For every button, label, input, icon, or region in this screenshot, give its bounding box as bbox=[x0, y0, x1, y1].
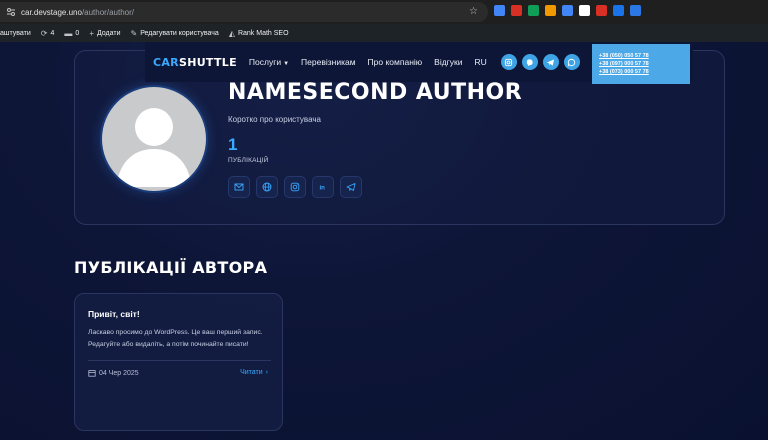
browser-extension-icon[interactable] bbox=[528, 5, 539, 16]
admin-bar-item[interactable]: ▬ 0 bbox=[64, 29, 79, 38]
default-avatar-icon bbox=[116, 108, 192, 187]
arrow-right-icon: › bbox=[265, 369, 268, 376]
admin-bar-item-label: Rank Math SEO bbox=[237, 29, 289, 37]
admin-bar-item-label: аштувати bbox=[0, 29, 31, 37]
viber-icon bbox=[527, 58, 533, 66]
instagram-icon bbox=[290, 182, 300, 192]
header-phones: +38 (050) 050 57 78 +38 (097) 000 57 78 … bbox=[592, 44, 690, 84]
linkedin-button[interactable]: in bbox=[312, 176, 334, 198]
header-instagram-button[interactable] bbox=[500, 54, 517, 70]
wp-admin-bar: аштувати ⟳ 4 ▬ 0 + Додати ✎ Редагувати користува… bbox=[0, 24, 768, 42]
site-header: CARSHUTTLE Послуги ▼ Перевізникам Про ком… bbox=[145, 42, 693, 84]
author-contacts: in bbox=[228, 176, 362, 198]
post-date: 04 Чер 2025 bbox=[88, 369, 139, 377]
header-socials bbox=[500, 54, 580, 70]
browser-extension-icon[interactable] bbox=[630, 5, 641, 16]
site-logo[interactable]: CARSHUTTLE bbox=[153, 56, 237, 69]
admin-bar-item[interactable]: ⟳ 4 bbox=[41, 29, 55, 38]
admin-bar-item-label: Редагувати користувача bbox=[140, 29, 219, 37]
address-bar[interactable]: car.devstage.uno/author/author/ ☆ bbox=[0, 2, 488, 22]
updates-icon: ⟳ bbox=[40, 28, 48, 38]
admin-bar-item[interactable]: аштувати bbox=[0, 30, 31, 37]
browser-extension-icon[interactable] bbox=[596, 5, 607, 16]
telegram-button[interactable] bbox=[340, 176, 362, 198]
author-name: NAMESECOND AUTHOR bbox=[228, 80, 523, 105]
website-button[interactable] bbox=[256, 176, 278, 198]
header-telegram-button[interactable] bbox=[542, 54, 559, 70]
author-avatar bbox=[102, 87, 206, 191]
plus-icon: + bbox=[89, 28, 94, 38]
read-more-label: Читати bbox=[240, 369, 263, 376]
browser-toolbar: car.devstage.uno/author/author/ ☆ bbox=[0, 0, 768, 24]
publications-label: ПУБЛІКАЦІЙ bbox=[228, 157, 269, 164]
telegram-icon bbox=[547, 58, 555, 66]
phone-link-1[interactable]: +38 (050) 050 57 78 bbox=[599, 53, 683, 59]
menu-item-about[interactable]: Про компанію bbox=[368, 57, 423, 67]
globe-icon bbox=[262, 182, 272, 192]
admin-bar-item-label: 0 bbox=[75, 29, 80, 37]
logo-shuttle-text: SHUTTLE bbox=[178, 55, 237, 69]
post-card[interactable]: Привіт, світ! Ласкаво просимо до WordPre… bbox=[74, 293, 283, 431]
admin-bar-item[interactable]: ✎ Редагувати користувача bbox=[130, 29, 218, 38]
instagram-icon bbox=[505, 58, 513, 66]
bookmark-star-icon[interactable]: ☆ bbox=[469, 6, 478, 17]
phone-link-2[interactable]: +38 (097) 000 57 78 bbox=[599, 61, 683, 67]
url-host: car.devstage.uno bbox=[21, 7, 82, 17]
admin-bar-item-label: Додати bbox=[96, 29, 121, 37]
chevron-down-icon: ▼ bbox=[283, 61, 290, 67]
read-more-link[interactable]: Читати › bbox=[240, 369, 268, 376]
rankmath-icon: ◭ bbox=[228, 28, 235, 38]
linkedin-icon: in bbox=[320, 186, 326, 192]
header-viber-button[interactable] bbox=[521, 54, 538, 70]
phone-link-3[interactable]: +38 (073) 000 57 78 bbox=[599, 69, 683, 75]
post-excerpt: Ласкаво просимо до WordPress. Це ваш пер… bbox=[88, 329, 263, 348]
post-date-text: 04 Чер 2025 bbox=[99, 369, 139, 377]
menu-item-reviews[interactable]: Відгуки bbox=[434, 57, 462, 67]
admin-bar-item[interactable]: + Додати bbox=[89, 29, 120, 38]
browser-extension-icon[interactable] bbox=[562, 5, 573, 16]
calendar-icon bbox=[88, 370, 96, 377]
language-switcher[interactable]: RU bbox=[475, 57, 487, 67]
main-menu: Послуги ▼ Перевізникам Про компанію Відгу… bbox=[249, 57, 487, 67]
menu-item-carriers[interactable]: Перевізникам bbox=[301, 57, 356, 67]
whatsapp-icon bbox=[568, 58, 576, 66]
author-posts-heading: ПУБЛІКАЦІЇ АВТОРА bbox=[74, 258, 268, 277]
menu-item-services-label: Послуги bbox=[248, 57, 282, 67]
browser-extension-icon[interactable] bbox=[545, 5, 556, 16]
page-content: NAMESECOND AUTHOR Коротко про користувач… bbox=[0, 42, 768, 440]
pencil-icon: ✎ bbox=[130, 28, 138, 38]
svg-text:in: in bbox=[320, 186, 326, 192]
browser-extension-icon[interactable] bbox=[494, 5, 505, 16]
admin-bar-item[interactable]: ◭ Rank Math SEO bbox=[229, 29, 289, 38]
telegram-icon bbox=[346, 183, 356, 191]
url-text: car.devstage.uno/author/author/ bbox=[21, 8, 134, 17]
instagram-button[interactable] bbox=[284, 176, 306, 198]
post-title[interactable]: Привіт, світ! bbox=[88, 309, 140, 319]
admin-bar-item-label: 4 bbox=[50, 29, 55, 37]
url-path: /author/author/ bbox=[81, 7, 134, 17]
comments-icon: ▬ bbox=[64, 28, 73, 38]
site-info-icon[interactable] bbox=[6, 7, 16, 17]
browser-extension-icon[interactable] bbox=[613, 5, 624, 16]
email-button[interactable] bbox=[228, 176, 250, 198]
header-whatsapp-button[interactable] bbox=[563, 54, 580, 70]
post-divider bbox=[88, 360, 271, 361]
browser-extension-icon[interactable] bbox=[511, 5, 522, 16]
browser-extension-icon[interactable] bbox=[579, 5, 590, 16]
logo-car-text: CAR bbox=[153, 55, 179, 69]
author-bio: Коротко про користувача bbox=[228, 115, 321, 124]
publications-count: 1 bbox=[228, 135, 238, 154]
extensions-row bbox=[494, 5, 641, 16]
email-icon bbox=[234, 183, 244, 191]
menu-item-services[interactable]: Послуги ▼ bbox=[249, 57, 289, 67]
